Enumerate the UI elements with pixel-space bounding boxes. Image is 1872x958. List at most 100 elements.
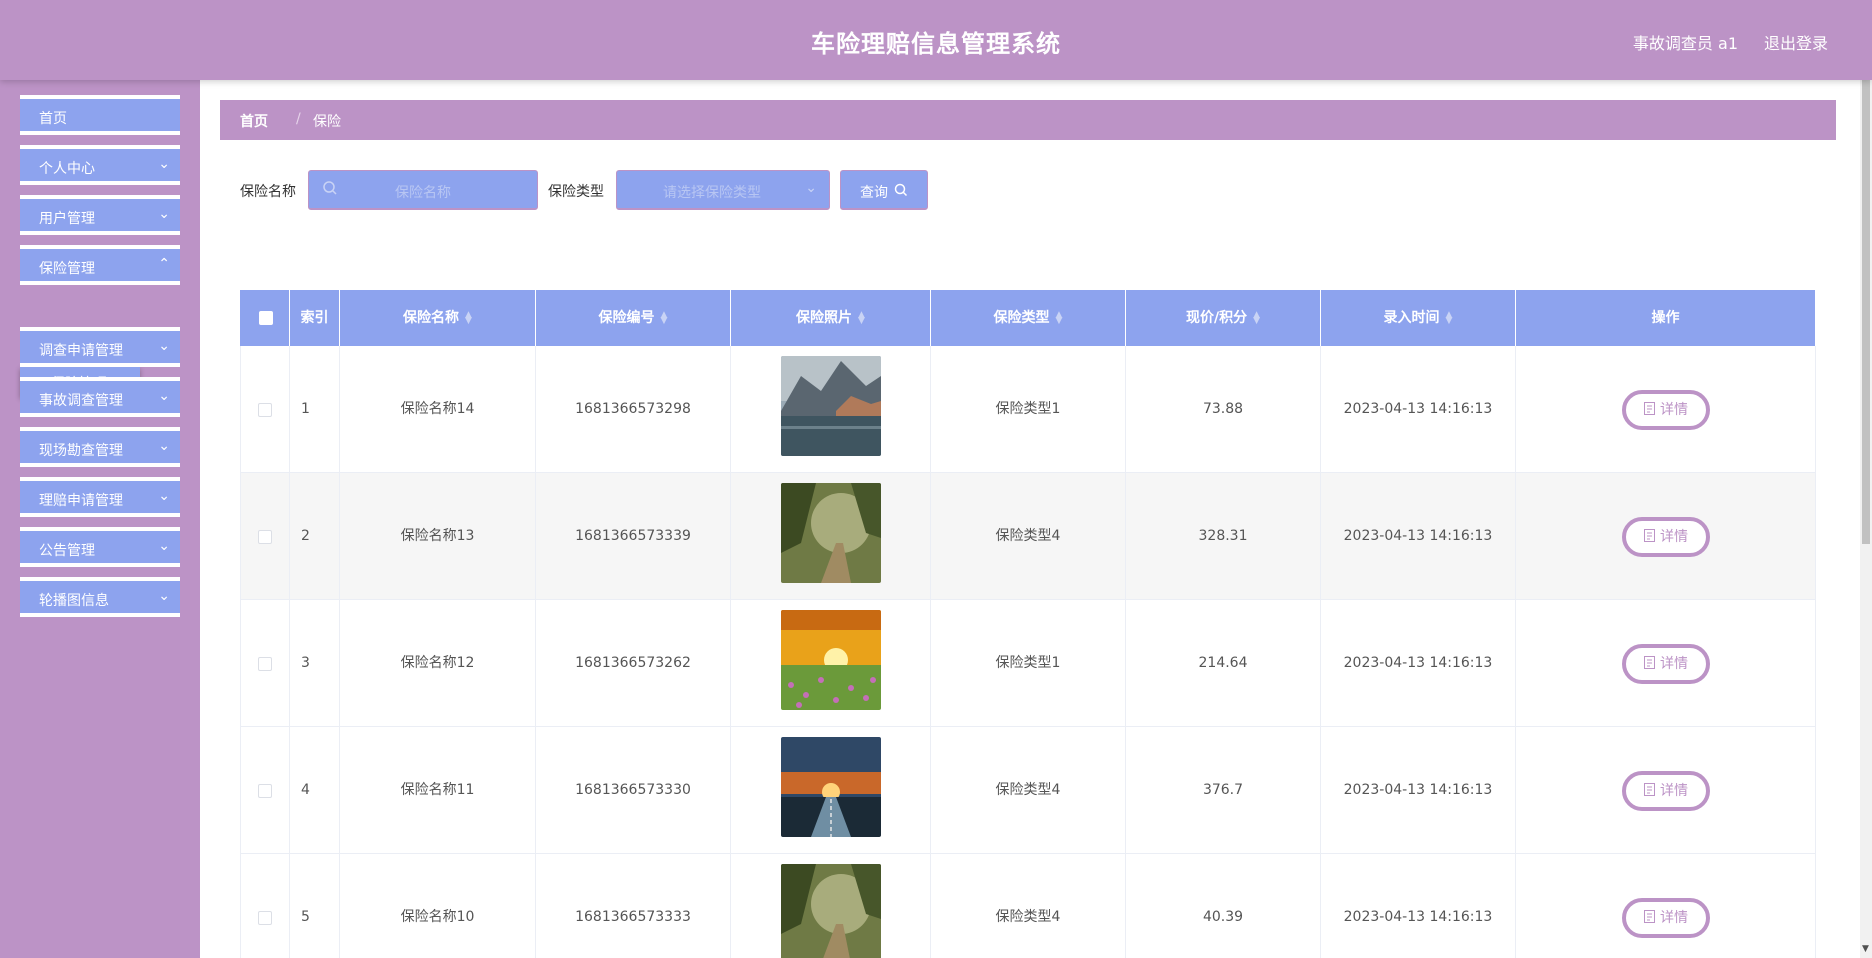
search-icon <box>894 183 908 197</box>
detail-button[interactable]: 详情 <box>1622 771 1710 811</box>
scroll-down-icon[interactable]: ▼ <box>1862 944 1869 954</box>
detail-button-label: 详情 <box>1660 783 1688 799</box>
select-cell <box>240 600 290 727</box>
sort-icon[interactable]: ▲ ▼ <box>465 311 472 326</box>
table-row: 4 保险名称11 1681366573330 保险类型4 376.7 2023-… <box>240 727 1816 854</box>
sidebar-item-accident-investigation[interactable]: 事故调查管理 ⌄ <box>20 377 180 417</box>
sidebar-item-home[interactable]: 首页 <box>20 95 180 135</box>
sort-icon[interactable]: ▲ ▼ <box>661 311 668 326</box>
sort-icon[interactable]: ▲ ▼ <box>1253 311 1260 326</box>
time-cell: 2023-04-13 14:16:13 <box>1321 473 1516 600</box>
code-cell: 1681366573333 <box>536 854 731 958</box>
vertical-scrollbar[interactable]: ▼ <box>1860 80 1872 958</box>
photo-cell <box>731 854 931 958</box>
table-row: 2 保险名称13 1681366573339 保险类型4 328.31 2023… <box>240 473 1816 600</box>
row-checkbox[interactable] <box>258 784 272 798</box>
logout-link[interactable]: 退出登录 <box>1764 30 1828 54</box>
column-header[interactable]: 保险名称 ▲ ▼ <box>340 290 536 346</box>
time-cell: 2023-04-13 14:16:13 <box>1321 854 1516 958</box>
detail-button[interactable]: 详情 <box>1622 898 1710 938</box>
sidebar-item-label: 公告管理 <box>39 543 95 559</box>
detail-button-label: 详情 <box>1660 402 1688 418</box>
sidebar-item-insurance[interactable]: 保险管理 ⌃ <box>20 245 180 285</box>
photo-cell <box>731 473 931 600</box>
main-content: 首页 / 保险 保险名称 保险名称 保险类型 请选择保险类型 ⌄ 查询 索引 保… <box>200 80 1860 958</box>
sidebar-item-label: 用户管理 <box>39 211 95 227</box>
insurance-photo <box>781 483 881 583</box>
column-header[interactable]: 录入时间 ▲ ▼ <box>1321 290 1516 346</box>
action-cell: 详情 <box>1516 727 1816 854</box>
table-row: 5 保险名称10 1681366573333 保险类型4 40.39 2023-… <box>240 854 1816 958</box>
detail-button[interactable]: 详情 <box>1622 517 1710 557</box>
sort-icon[interactable]: ▲ ▼ <box>1446 311 1453 326</box>
code-cell: 1681366573262 <box>536 600 731 727</box>
photo-cell <box>731 727 931 854</box>
scrollbar-thumb[interactable] <box>1862 80 1870 544</box>
header-select-all[interactable] <box>240 290 290 346</box>
sidebar: 首页 个人中心 ⌄ 用户管理 ⌄ 保险管理 ⌃ 保险管理 调查申请管理 ⌄ 事故… <box>0 80 200 958</box>
sidebar-item-users[interactable]: 用户管理 ⌄ <box>20 195 180 235</box>
sidebar-item-label: 个人中心 <box>39 161 95 177</box>
price-cell: 40.39 <box>1126 854 1321 958</box>
sort-icon[interactable]: ▲ ▼ <box>1056 311 1063 326</box>
name-cell: 保险名称12 <box>340 600 536 727</box>
sidebar-item-label: 现场勘查管理 <box>39 443 123 459</box>
detail-button[interactable]: 详情 <box>1622 644 1710 684</box>
insurance-photo <box>781 610 881 710</box>
row-checkbox[interactable] <box>258 657 272 671</box>
table-row: 1 保险名称14 1681366573298 保险类型1 73.88 2023-… <box>240 346 1816 473</box>
sidebar-item-site-survey[interactable]: 现场勘查管理 ⌄ <box>20 427 180 467</box>
search-input[interactable]: 保险名称 <box>308 170 538 210</box>
current-user: 事故调查员 a1 <box>1632 34 1738 53</box>
chevron-down-icon: ⌄ <box>158 438 170 454</box>
code-cell: 1681366573298 <box>536 346 731 473</box>
action-cell: 详情 <box>1516 346 1816 473</box>
index-cell: 4 <box>290 727 340 854</box>
sidebar-item-label: 事故调查管理 <box>39 393 123 409</box>
column-header[interactable]: 保险照片 ▲ ▼ <box>731 290 931 346</box>
row-checkbox[interactable] <box>258 530 272 544</box>
select-all-checkbox[interactable] <box>259 311 273 325</box>
sidebar-item-carousel[interactable]: 轮播图信息 ⌄ <box>20 577 180 617</box>
code-cell: 1681366573330 <box>536 727 731 854</box>
sidebar-item-investigation-requests[interactable]: 调查申请管理 ⌄ <box>20 327 180 367</box>
index-cell: 1 <box>290 346 340 473</box>
chevron-down-icon: ⌄ <box>158 538 170 554</box>
breadcrumb-current: 保险 <box>313 114 341 130</box>
action-cell: 详情 <box>1516 473 1816 600</box>
insurance-table: 索引 保险名称 ▲ ▼ 保险编号 ▲ ▼ 保险照片 ▲ ▼ 保险类型 ▲ ▼ 现价/积分 ▲ ▼ 录… <box>240 290 1816 958</box>
sidebar-item-label: 理赔申请管理 <box>39 493 123 509</box>
price-cell: 328.31 <box>1126 473 1321 600</box>
chevron-up-icon: ⌃ <box>158 256 170 272</box>
sidebar-item-profile[interactable]: 个人中心 ⌄ <box>20 145 180 185</box>
type-cell: 保险类型1 <box>931 600 1126 727</box>
breadcrumb-separator: / <box>296 111 301 127</box>
row-checkbox[interactable] <box>258 403 272 417</box>
detail-button-label: 详情 <box>1660 910 1688 926</box>
chevron-down-icon: ⌄ <box>158 156 170 172</box>
document-icon <box>1644 529 1655 542</box>
app-title: 车险理赔信息管理系统 <box>811 30 1061 58</box>
select-cell <box>240 727 290 854</box>
type-select[interactable]: 请选择保险类型 ⌄ <box>616 170 830 210</box>
filter-name-label: 保险名称 <box>240 184 296 200</box>
column-header: 操作 <box>1516 290 1816 346</box>
sort-icon[interactable]: ▲ ▼ <box>858 311 865 326</box>
sidebar-item-label: 轮播图信息 <box>39 593 109 609</box>
sidebar-item-announcements[interactable]: 公告管理 ⌄ <box>20 527 180 567</box>
breadcrumb-home[interactable]: 首页 <box>240 111 268 131</box>
detail-button[interactable]: 详情 <box>1622 390 1710 430</box>
column-header[interactable]: 保险类型 ▲ ▼ <box>931 290 1126 346</box>
action-cell: 详情 <box>1516 854 1816 958</box>
query-button[interactable]: 查询 <box>840 170 928 210</box>
type-cell: 保险类型1 <box>931 346 1126 473</box>
column-header[interactable]: 保险编号 ▲ ▼ <box>536 290 731 346</box>
time-cell: 2023-04-13 14:16:13 <box>1321 346 1516 473</box>
column-header[interactable]: 现价/积分 ▲ ▼ <box>1126 290 1321 346</box>
breadcrumb: 首页 / 保险 <box>220 100 1836 140</box>
row-checkbox[interactable] <box>258 911 272 925</box>
sidebar-item-claims[interactable]: 理赔申请管理 ⌄ <box>20 477 180 517</box>
price-cell: 73.88 <box>1126 346 1321 473</box>
document-icon <box>1644 402 1655 415</box>
chevron-down-icon: ⌄ <box>158 388 170 404</box>
